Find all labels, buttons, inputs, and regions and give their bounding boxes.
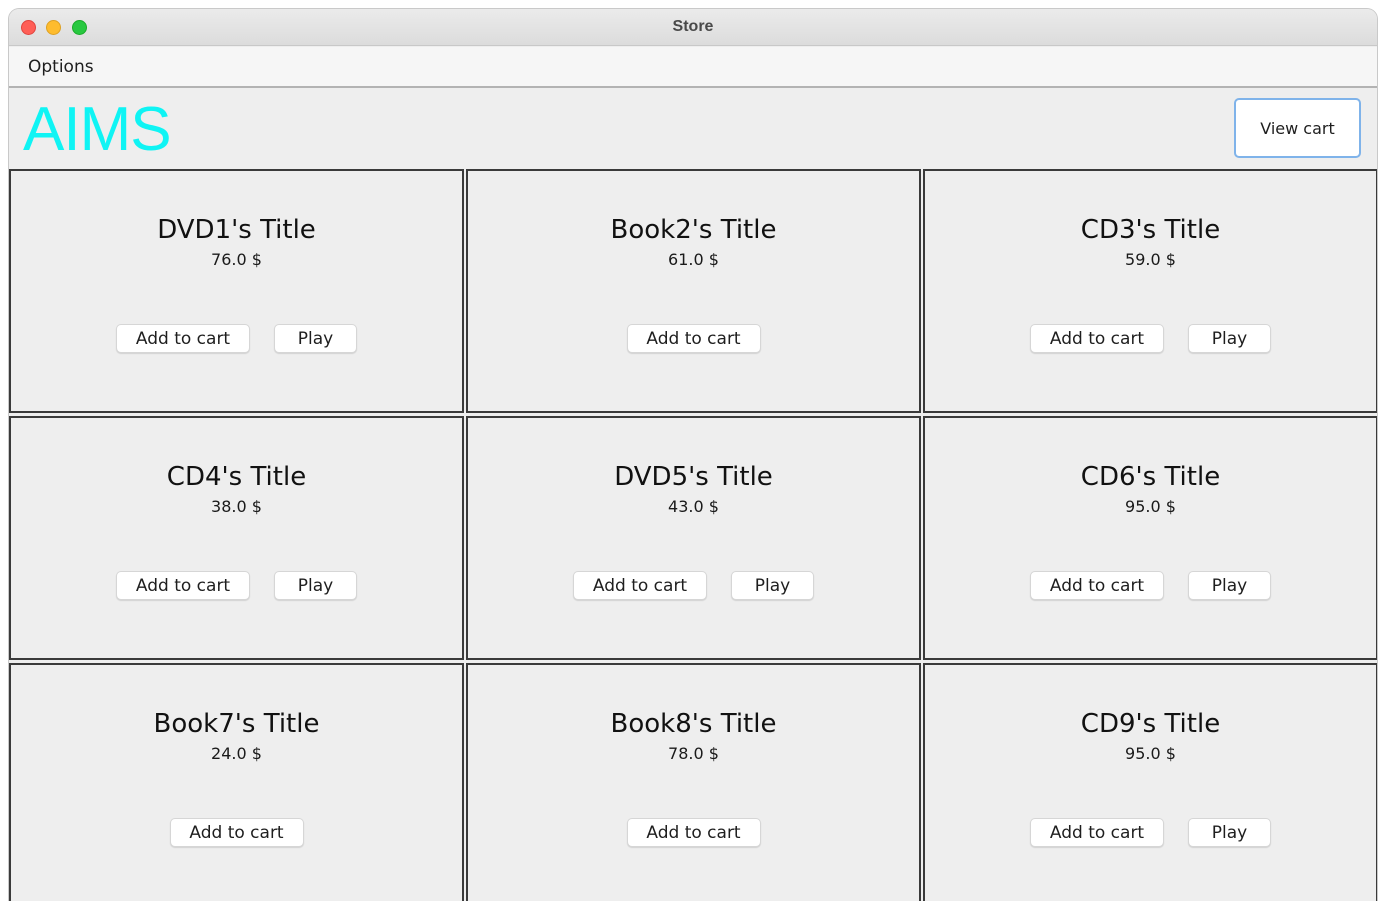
product-actions: Add to cart [468,818,919,847]
product-title: CD9's Title [1080,709,1221,739]
product-actions: Add to cart [468,324,919,353]
product-card: Book2's Title 61.0 $ Add to cart [466,169,921,413]
add-to-cart-button[interactable]: Add to cart [116,324,250,353]
product-card: Book8's Title 78.0 $ Add to cart [466,663,921,901]
add-to-cart-button[interactable]: Add to cart [169,818,304,847]
product-card: DVD5's Title 43.0 $ Add to cart Play [466,416,921,660]
product-price: 61.0 $ [668,250,719,269]
add-to-cart-button[interactable]: Add to cart [1030,818,1164,847]
add-to-cart-button[interactable]: Add to cart [573,571,707,600]
product-actions: Add to cart [11,818,462,847]
product-price: 95.0 $ [1125,744,1176,763]
product-title: Book7's Title [153,709,320,739]
play-button[interactable]: Play [1188,324,1271,353]
product-card: Book7's Title 24.0 $ Add to cart [9,663,464,901]
menu-bar: Options [9,47,1377,88]
window-title: Store [672,18,714,35]
play-button[interactable]: Play [274,324,357,353]
play-button[interactable]: Play [274,571,357,600]
title-bar: Store [9,9,1377,46]
product-card: DVD1's Title 76.0 $ Add to cart Play [9,169,464,413]
aims-logo: AIMS [23,95,172,164]
add-to-cart-button[interactable]: Add to cart [116,571,250,600]
product-title: DVD1's Title [157,215,316,245]
product-actions: Add to cart Play [11,324,462,353]
product-title: CD3's Title [1080,215,1221,245]
play-button[interactable]: Play [731,571,814,600]
add-to-cart-button[interactable]: Add to cart [626,818,761,847]
product-title: DVD5's Title [614,462,773,492]
product-price: 24.0 $ [211,744,262,763]
add-to-cart-button[interactable]: Add to cart [1030,571,1164,600]
product-price: 38.0 $ [211,497,262,516]
view-cart-button[interactable]: View cart [1234,98,1361,158]
product-actions: Add to cart Play [11,571,462,600]
product-actions: Add to cart Play [925,324,1376,353]
store-header: AIMS View cart [9,90,1377,170]
product-actions: Add to cart Play [468,571,919,600]
add-to-cart-button[interactable]: Add to cart [626,324,761,353]
product-actions: Add to cart Play [925,571,1376,600]
menu-options[interactable]: Options [28,57,94,77]
product-card: CD4's Title 38.0 $ Add to cart Play [9,416,464,660]
product-card: CD3's Title 59.0 $ Add to cart Play [923,169,1377,413]
product-price: 76.0 $ [211,250,262,269]
product-price: 78.0 $ [668,744,719,763]
product-title: CD4's Title [166,462,307,492]
store-window: Store Options AIMS View cart DVD1's Titl… [9,9,1377,901]
product-card: CD6's Title 95.0 $ Add to cart Play [923,416,1377,660]
play-button[interactable]: Play [1188,571,1271,600]
product-actions: Add to cart Play [925,818,1376,847]
product-title: Book2's Title [610,215,777,245]
product-price: 43.0 $ [668,497,719,516]
product-title: CD6's Title [1080,462,1221,492]
add-to-cart-button[interactable]: Add to cart [1030,324,1164,353]
product-grid: DVD1's Title 76.0 $ Add to cart Play Boo… [9,169,1377,901]
product-price: 95.0 $ [1125,497,1176,516]
product-title: Book8's Title [610,709,777,739]
play-button[interactable]: Play [1188,818,1271,847]
product-price: 59.0 $ [1125,250,1176,269]
product-card: CD9's Title 95.0 $ Add to cart Play [923,663,1377,901]
